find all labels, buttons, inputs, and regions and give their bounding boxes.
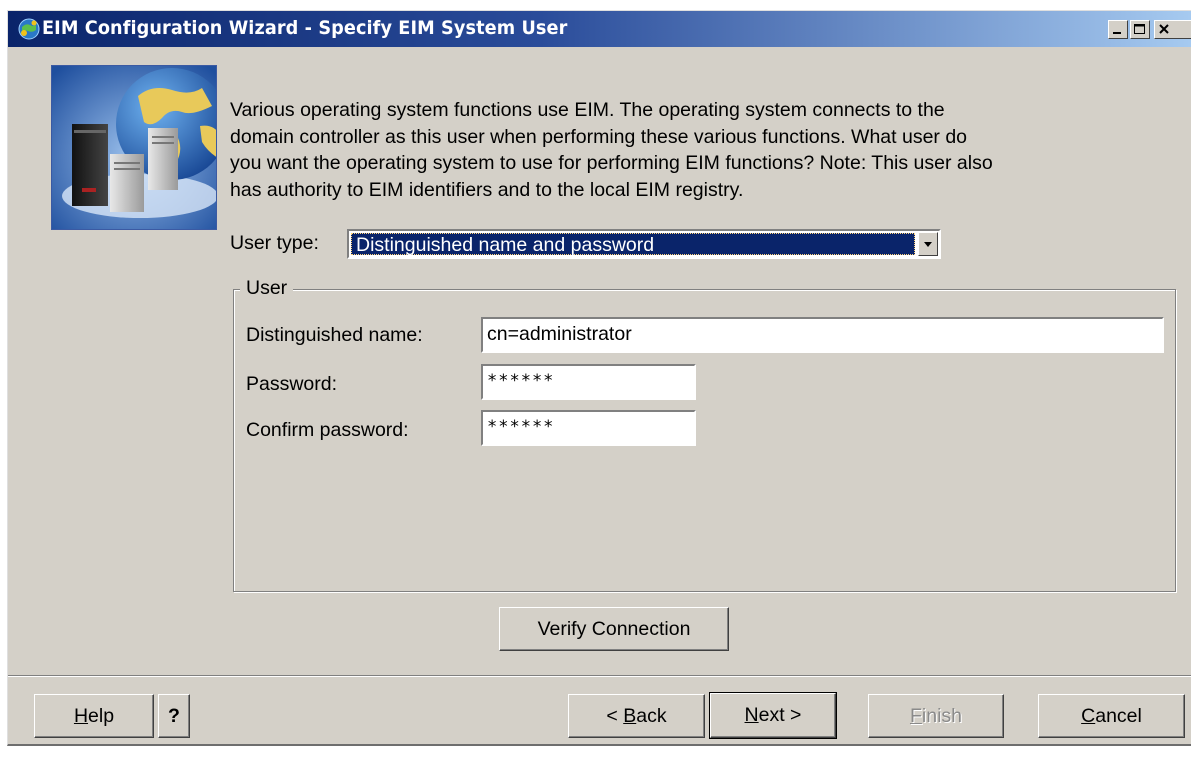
intro-line: you want the operating system to use for… [230, 152, 993, 174]
finish-mnemonic: F [909, 705, 922, 727]
wizard-app-icon [18, 18, 40, 40]
back-mnemonic: B [623, 705, 637, 727]
finish-button[interactable]: Finish [868, 694, 1004, 738]
intro-line: Various operating system functions use E… [230, 99, 945, 121]
title-bar[interactable]: EIM Configuration Wizard - Specify EIM S… [8, 11, 1191, 47]
intro-text: Various operating system functions use E… [230, 97, 1180, 203]
user-group-legend: User [240, 277, 294, 300]
maximize-button[interactable] [1130, 20, 1150, 39]
user-type-label: User type: [230, 232, 319, 254]
next-mnemonic: N [744, 704, 759, 726]
help-label: elp [88, 705, 115, 727]
globe-servers-illustration [51, 65, 217, 230]
distinguished-name-label: Distinguished name: [246, 324, 423, 346]
user-type-selected[interactable]: Distinguished name and password [351, 233, 915, 256]
next-label: ext > [758, 704, 802, 726]
minimize-button[interactable] [1108, 20, 1128, 39]
close-icon [1159, 24, 1169, 34]
back-button[interactable]: < Back [568, 694, 705, 738]
distinguished-name-input[interactable]: cn=administrator [481, 317, 1164, 353]
cancel-button[interactable]: Cancel [1038, 694, 1185, 738]
back-label: ack [636, 705, 667, 727]
verify-connection-button[interactable]: Verify Connection [499, 607, 729, 651]
confirm-password-input[interactable]: ****** [481, 410, 696, 446]
intro-line: has authority to EIM identifiers and to … [230, 178, 744, 201]
wizard-window: EIM Configuration Wizard - Specify EIM S… [7, 10, 1191, 746]
window-title: EIM Configuration Wizard - Specify EIM S… [42, 17, 568, 39]
help-button[interactable]: Help [34, 694, 154, 738]
whats-this-button[interactable]: ? [158, 694, 190, 738]
password-label: Password: [246, 373, 338, 395]
finish-label: inish [921, 705, 963, 727]
cancel-label: ancel [1095, 705, 1142, 727]
maximize-icon [1134, 24, 1145, 34]
dropdown-arrow-icon [924, 242, 932, 247]
help-mnemonic: H [73, 705, 89, 727]
dropdown-arrow-button[interactable] [918, 232, 938, 256]
confirm-password-label: Confirm password: [246, 419, 409, 441]
user-type-dropdown[interactable]: Distinguished name and password [347, 229, 941, 259]
password-input[interactable]: ****** [481, 364, 696, 400]
cancel-mnemonic: C [1081, 705, 1096, 727]
minimize-icon [1113, 32, 1121, 34]
intro-line: domain controller as this user when perf… [230, 125, 968, 148]
footer-separator [8, 675, 1191, 677]
back-prefix: < [606, 705, 624, 727]
next-button[interactable]: Next > [709, 692, 837, 739]
close-button[interactable] [1154, 20, 1191, 39]
